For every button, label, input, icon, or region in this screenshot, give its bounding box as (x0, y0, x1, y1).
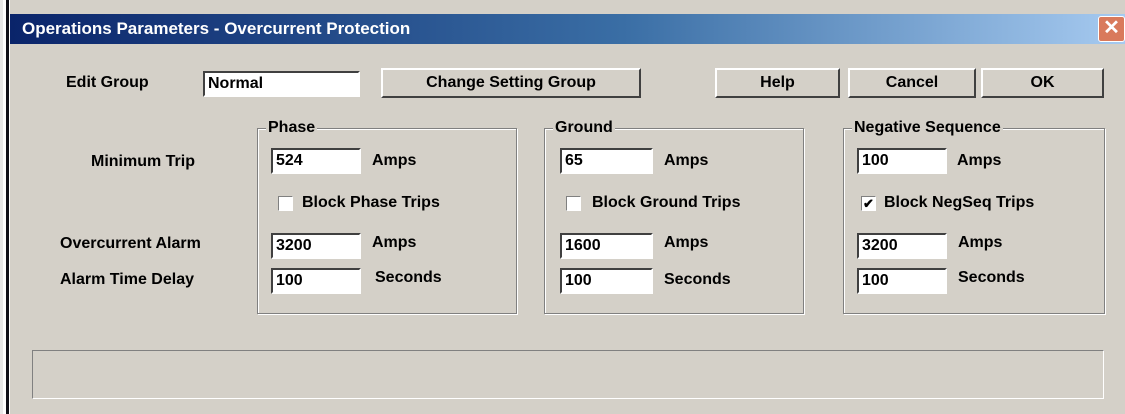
title-bar[interactable]: Operations Parameters - Overcurrent Prot… (10, 14, 1125, 44)
change-setting-group-button[interactable]: Change Setting Group (381, 68, 641, 98)
phase-minimum-trip-field[interactable]: 524 (271, 148, 361, 174)
ok-button[interactable]: OK (981, 68, 1104, 98)
window-title: Operations Parameters - Overcurrent Prot… (22, 19, 411, 38)
help-button[interactable]: Help (715, 68, 840, 98)
cancel-button[interactable]: Cancel (848, 68, 976, 98)
ground-alarm-delay-unit: Seconds (664, 271, 731, 288)
negseq-overcurrent-alarm-unit: Amps (958, 234, 1003, 251)
minimum-trip-label: Minimum Trip (91, 153, 195, 170)
block-phase-trips-checkbox[interactable] (278, 196, 293, 211)
close-icon: ✕ (1103, 17, 1120, 39)
edge-strip-light (0, 0, 3, 414)
ground-group-title: Ground (553, 118, 615, 138)
negseq-alarm-delay-unit: Seconds (958, 269, 1025, 286)
phase-group-title: Phase (266, 118, 318, 138)
status-bar (32, 350, 1104, 399)
ground-minimum-trip-unit: Amps (664, 152, 709, 169)
phase-minimum-trip-unit: Amps (372, 152, 417, 169)
negseq-alarm-delay-field[interactable]: 100 (857, 268, 947, 294)
edge-strip-dark (6, 0, 9, 414)
ground-minimum-trip-field[interactable]: 65 (560, 148, 653, 174)
dialog-window: Operations Parameters - Overcurrent Prot… (10, 0, 1125, 414)
phase-alarm-delay-field[interactable]: 100 (271, 268, 361, 294)
negative-sequence-group-title: Negative Sequence (852, 118, 1003, 138)
phase-overcurrent-alarm-unit: Amps (372, 234, 417, 251)
background-window-edge (0, 0, 10, 414)
block-ground-trips-checkbox[interactable] (566, 196, 581, 211)
ground-alarm-delay-field[interactable]: 100 (560, 268, 653, 294)
phase-overcurrent-alarm-field[interactable]: 3200 (271, 233, 361, 259)
ground-overcurrent-alarm-field[interactable]: 1600 (560, 233, 653, 259)
block-ground-trips-label: Block Ground Trips (592, 194, 741, 211)
negseq-overcurrent-alarm-field[interactable]: 3200 (857, 233, 947, 259)
block-negseq-trips-label: Block NegSeq Trips (884, 194, 1035, 211)
close-button[interactable]: ✕ (1098, 16, 1125, 42)
ground-overcurrent-alarm-unit: Amps (664, 234, 709, 251)
negseq-minimum-trip-field[interactable]: 100 (857, 148, 947, 174)
block-phase-trips-label: Block Phase Trips (302, 194, 440, 211)
alarm-time-delay-label: Alarm Time Delay (60, 271, 194, 288)
checkmark-icon: ✔ (863, 196, 874, 211)
overcurrent-alarm-label: Overcurrent Alarm (60, 235, 201, 252)
edit-group-field[interactable]: Normal (203, 71, 360, 97)
negseq-minimum-trip-unit: Amps (957, 152, 1002, 169)
edit-group-label: Edit Group (66, 74, 149, 91)
phase-alarm-delay-unit: Seconds (375, 269, 442, 286)
block-negseq-trips-checkbox[interactable]: ✔ (861, 196, 876, 211)
